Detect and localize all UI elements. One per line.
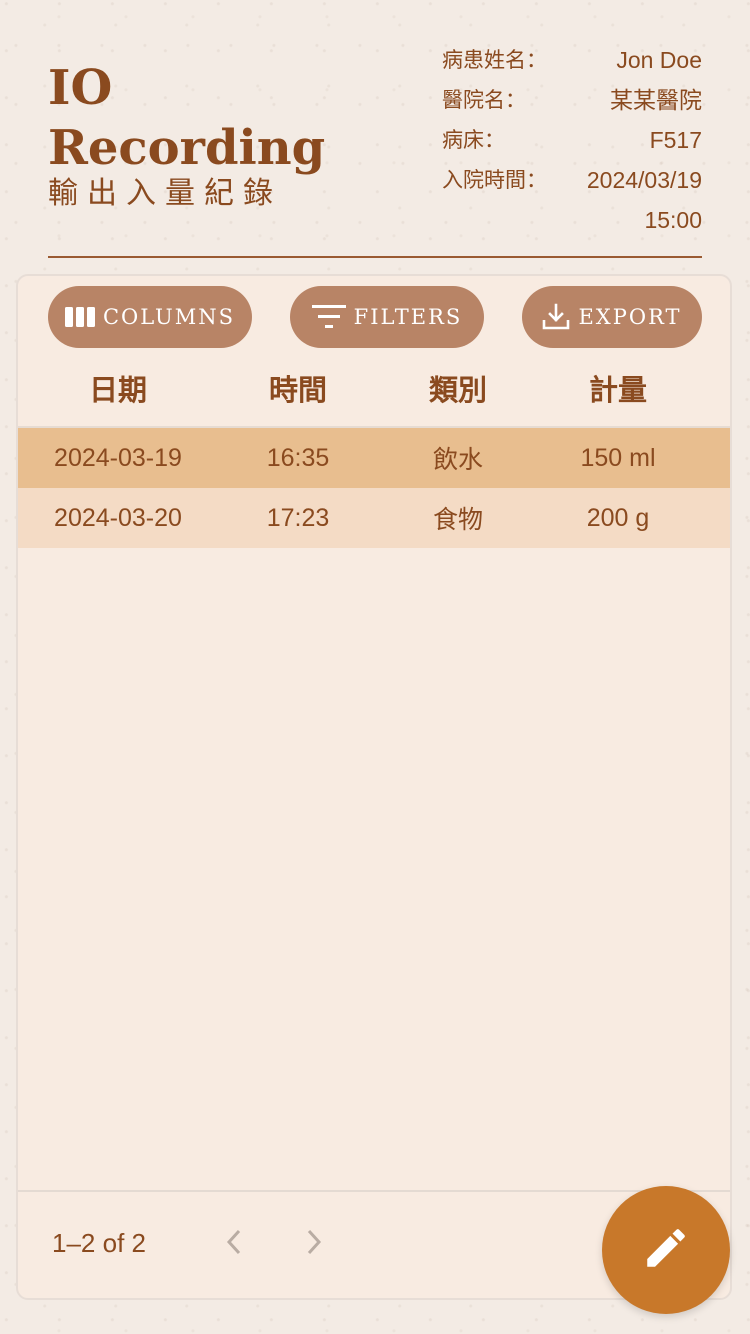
table-row[interactable]: 2024-03-19 16:35 飲水 150 ml — [18, 428, 730, 488]
bed-value: F517 — [649, 127, 702, 153]
cell-amount: 200 g — [586, 503, 650, 532]
export-button[interactable]: EXPORT — [522, 286, 702, 348]
cell-category: 飲水 — [432, 445, 483, 474]
previous-page-button[interactable] — [216, 1226, 252, 1262]
edit-fab-button[interactable] — [602, 1186, 730, 1314]
column-header-date[interactable]: 日期 — [18, 364, 218, 426]
cell-date: 2024-03-20 — [54, 503, 182, 532]
cell-date: 2024-03-19 — [54, 443, 182, 472]
cell-category: 食物 — [432, 505, 483, 534]
download-icon — [542, 303, 570, 331]
pagination-range: 1–2 of 2 — [52, 1228, 146, 1258]
app-title: IO Recording — [48, 58, 325, 178]
column-header-amount[interactable]: 計量 — [538, 364, 698, 426]
filters-button[interactable]: FILTERS — [290, 286, 484, 348]
admit-label: 入院時間： — [442, 168, 547, 192]
column-header-category[interactable]: 類別 — [378, 364, 538, 426]
export-button-label: EXPORT — [578, 305, 682, 329]
app-title-line1: IO — [48, 60, 113, 116]
cell-time: 17:23 — [266, 503, 330, 532]
title-block: IO Recording 輸出入量紀錄 — [48, 58, 325, 214]
cell-amount: 150 ml — [580, 443, 656, 472]
hospital-label: 醫院名： — [442, 88, 526, 112]
chevron-right-icon — [304, 1228, 324, 1261]
column-header-time[interactable]: 時間 — [218, 364, 378, 426]
patient-name-label: 病患姓名： — [442, 48, 547, 72]
header-divider — [48, 256, 702, 258]
next-page-button[interactable] — [296, 1226, 332, 1262]
grid-toolbar: COLUMNS FILTERS EXPORT — [18, 286, 730, 350]
table-body: 2024-03-19 16:35 飲水 150 ml 2024-03-20 17… — [18, 428, 730, 548]
data-grid: COLUMNS FILTERS EXPORT 日期 時間 類別 計量 2024-… — [16, 274, 732, 1300]
columns-button[interactable]: COLUMNS — [48, 286, 252, 348]
patient-info: 病患姓名： Jon Doe 醫院名： 某某醫院 病床： F517 入院時間： 2… — [442, 44, 702, 244]
filters-button-label: FILTERS — [353, 305, 463, 329]
column-headers: 日期 時間 類別 計量 — [18, 364, 730, 428]
admit-row: 入院時間： 2024/03/19 15:00 — [442, 164, 702, 244]
filter-icon — [311, 303, 346, 331]
columns-button-label: COLUMNS — [102, 305, 236, 329]
columns-icon — [64, 306, 95, 328]
table-row[interactable]: 2024-03-20 17:23 食物 200 g — [18, 488, 730, 548]
cell-time: 16:35 — [266, 443, 330, 472]
chevron-left-icon — [224, 1228, 244, 1261]
bed-row: 病床： F517 — [442, 124, 702, 164]
hospital-row: 醫院名： 某某醫院 — [442, 84, 702, 124]
app-title-line2: Recording — [48, 120, 326, 176]
hospital-value: 某某醫院 — [610, 87, 702, 113]
app-subtitle: 輸出入量紀錄 — [48, 176, 282, 211]
pencil-icon — [641, 1223, 691, 1278]
admit-value: 2024/03/19 15:00 — [586, 167, 702, 233]
patient-name-row: 病患姓名： Jon Doe — [442, 44, 702, 84]
patient-name-value: Jon Doe — [616, 47, 702, 73]
bed-label: 病床： — [442, 128, 505, 152]
